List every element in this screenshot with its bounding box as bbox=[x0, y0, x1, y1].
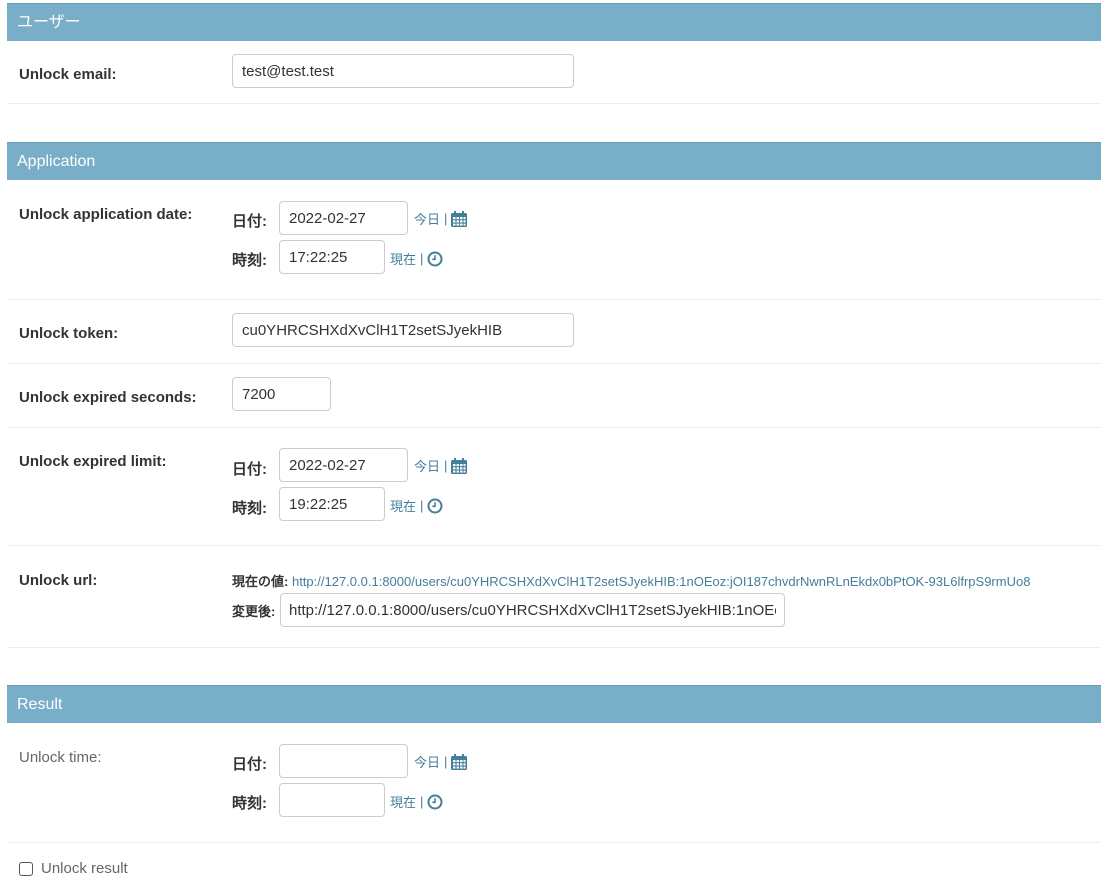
unlock-expired-limit-label: Unlock expired limit: bbox=[19, 453, 167, 470]
clock-icon[interactable] bbox=[426, 250, 444, 268]
calendar-icon[interactable] bbox=[450, 753, 468, 771]
shortcut-separator: | bbox=[420, 251, 424, 266]
unlock-application-date-input[interactable] bbox=[279, 201, 408, 235]
shortcut-separator: | bbox=[444, 458, 448, 473]
unlock-url-label: Unlock url: bbox=[19, 572, 98, 589]
time-label: 時刻: bbox=[232, 500, 267, 517]
unlock-time-time-input[interactable] bbox=[279, 783, 385, 817]
application-section: Application Unlock application date: 日付:… bbox=[7, 142, 1101, 650]
now-shortcut[interactable]: 現在 | bbox=[390, 792, 444, 811]
user-section: ユーザー Unlock email: bbox=[7, 3, 1101, 105]
today-link[interactable]: 今日 bbox=[414, 752, 440, 771]
shortcut-separator: | bbox=[444, 754, 448, 769]
unlock-expired-seconds-input[interactable] bbox=[232, 377, 331, 411]
unlock-result-row[interactable]: Unlock result bbox=[19, 860, 128, 877]
shortcut-separator: | bbox=[444, 211, 448, 226]
unlock-result-checkbox[interactable] bbox=[19, 861, 33, 876]
unlock-result-label[interactable]: Unlock result bbox=[41, 860, 128, 877]
now-shortcut[interactable]: 現在 | bbox=[390, 496, 444, 515]
now-link[interactable]: 現在 bbox=[390, 249, 416, 268]
section-header-user: ユーザー bbox=[7, 3, 1101, 41]
unlock-expired-limit-time-input[interactable] bbox=[279, 487, 385, 521]
today-link[interactable]: 今日 bbox=[414, 456, 440, 475]
clock-icon[interactable] bbox=[426, 793, 444, 811]
date-label: 日付: bbox=[232, 461, 267, 478]
result-section: Result Unlock time: 日付: 今日 | 時刻: 現在 | Un… bbox=[7, 685, 1101, 892]
current-value-link[interactable]: http://127.0.0.1:8000/users/cu0YHRCSHXdX… bbox=[292, 574, 1030, 589]
form-row-unlock-token: Unlock token: bbox=[7, 300, 1101, 364]
form-row-unlock-time: Unlock time: 日付: 今日 | 時刻: 現在 | bbox=[7, 723, 1101, 843]
now-shortcut[interactable]: 現在 | bbox=[390, 249, 444, 268]
today-shortcut[interactable]: 今日 | bbox=[414, 209, 468, 228]
unlock-token-label: Unlock token: bbox=[19, 325, 119, 342]
section-header-result: Result bbox=[7, 685, 1101, 723]
today-shortcut[interactable]: 今日 | bbox=[414, 752, 468, 771]
unlock-time-label: Unlock time: bbox=[19, 749, 102, 766]
unlock-email-label: Unlock email: bbox=[19, 66, 117, 83]
now-link[interactable]: 現在 bbox=[390, 496, 416, 515]
today-shortcut[interactable]: 今日 | bbox=[414, 456, 468, 475]
unlock-application-date-label: Unlock application date: bbox=[19, 206, 193, 223]
unlock-url-input[interactable] bbox=[280, 593, 785, 627]
form-row-unlock-url: Unlock url: 現在の値: http://127.0.0.1:8000/… bbox=[7, 546, 1101, 648]
shortcut-separator: | bbox=[420, 498, 424, 513]
unlock-url-current: 現在の値: http://127.0.0.1:8000/users/cu0YHR… bbox=[232, 571, 1030, 590]
unlock-application-time-input[interactable] bbox=[279, 240, 385, 274]
form-row-unlock-expired-limit: Unlock expired limit: 日付: 今日 | 時刻: 現在 | bbox=[7, 428, 1101, 546]
section-header-application: Application bbox=[7, 142, 1101, 180]
calendar-icon[interactable] bbox=[450, 457, 468, 475]
form-row-unlock-expired-seconds: Unlock expired seconds: bbox=[7, 364, 1101, 428]
time-label: 時刻: bbox=[232, 252, 267, 269]
calendar-icon[interactable] bbox=[450, 210, 468, 228]
unlock-email-input[interactable] bbox=[232, 54, 574, 88]
now-link[interactable]: 現在 bbox=[390, 792, 416, 811]
form-row-unlock-application-date: Unlock application date: 日付: 今日 | 時刻: 現在… bbox=[7, 180, 1101, 300]
form-row-unlock-email: Unlock email: bbox=[7, 41, 1101, 104]
time-label: 時刻: bbox=[232, 795, 267, 812]
clock-icon[interactable] bbox=[426, 497, 444, 515]
unlock-expired-limit-date-input[interactable] bbox=[279, 448, 408, 482]
date-label: 日付: bbox=[232, 756, 267, 773]
current-value-label: 現在の値: bbox=[232, 574, 289, 589]
unlock-time-date-input[interactable] bbox=[279, 744, 408, 778]
date-label: 日付: bbox=[232, 213, 267, 230]
unlock-token-input[interactable] bbox=[232, 313, 574, 347]
change-label: 変更後: bbox=[232, 604, 276, 619]
today-link[interactable]: 今日 bbox=[414, 209, 440, 228]
unlock-expired-seconds-label: Unlock expired seconds: bbox=[19, 389, 197, 406]
shortcut-separator: | bbox=[420, 794, 424, 809]
